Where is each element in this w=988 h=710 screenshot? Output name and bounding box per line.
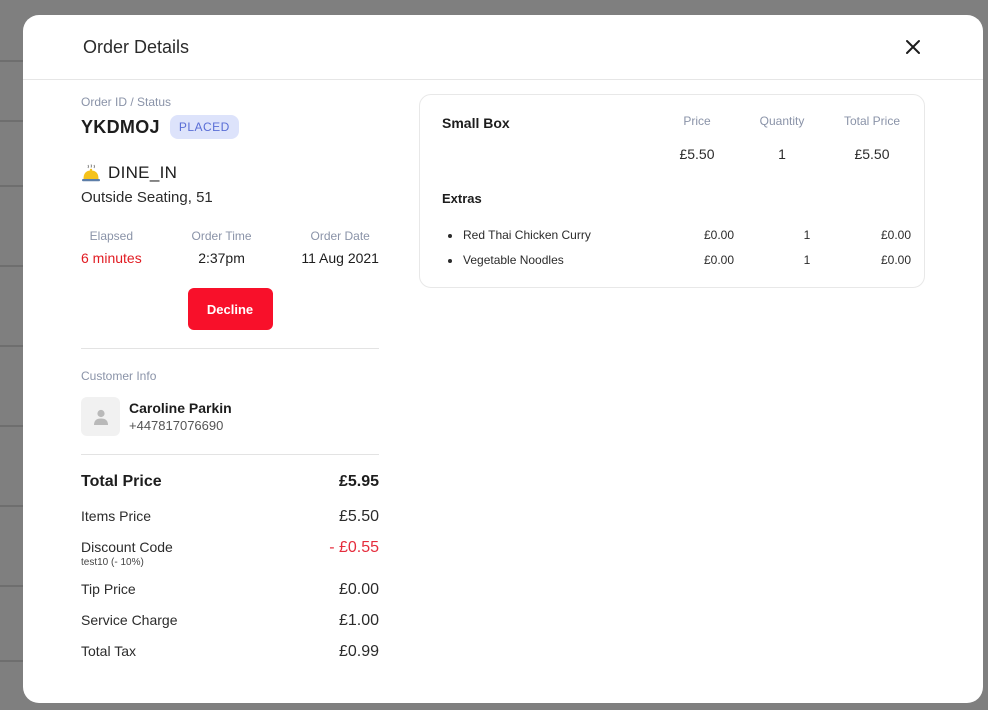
extra-name: Red Thai Chicken Curry <box>463 228 591 242</box>
elapsed-label: Elapsed <box>89 229 134 243</box>
extra-price: £0.00 <box>703 253 735 267</box>
extras-title: Extras <box>442 191 482 206</box>
discount-value: - £0.55 <box>329 539 379 556</box>
total-price-label: Total Price <box>81 473 162 490</box>
close-icon <box>906 40 920 54</box>
total-tax-value: £0.99 <box>338 643 379 660</box>
item-name: Small Box <box>442 115 510 131</box>
order-time-label: Order Time <box>191 229 252 243</box>
bullet <box>448 259 452 263</box>
tip-row: Tip Price £0.00 <box>81 581 379 599</box>
items-price-label: Items Price <box>81 508 152 524</box>
discount-row: Discount Code test10 (- 10%) - £0.55 <box>81 539 379 568</box>
table-location: Outside Seating, 51 <box>81 189 213 206</box>
order-summary-panel: Order ID / Status YKDMOJ PLACED DINE_IN … <box>81 95 379 661</box>
order-id: YKDMOJ <box>81 116 160 137</box>
service-charge-value: £1.00 <box>338 612 379 629</box>
user-icon <box>93 409 108 425</box>
avatar <box>81 397 120 436</box>
discount-label: Discount Code <box>81 539 173 555</box>
items-price-row: Items Price £5.50 <box>81 508 379 526</box>
order-type: DINE_IN <box>108 163 178 182</box>
item-total: £5.50 <box>854 146 890 162</box>
price-header: Price <box>683 114 711 128</box>
total-price-header: Total Price <box>843 114 901 128</box>
modal-title: Order Details <box>83 37 190 57</box>
order-date-value: 11 Aug 2021 <box>301 250 379 266</box>
list-item: Red Thai Chicken Curry £0.00 1 £0.00 <box>442 228 912 246</box>
order-id-label: Order ID / Status <box>81 95 172 109</box>
item-price: £5.50 <box>679 146 715 162</box>
extra-price: £0.00 <box>703 228 735 242</box>
extra-total: £0.00 <box>880 228 912 242</box>
cloche-icon <box>82 164 100 182</box>
extra-quantity: 1 <box>803 228 811 242</box>
total-tax-label: Total Tax <box>81 643 136 659</box>
order-details-modal: Order Details Order ID / Status YKDMOJ P… <box>23 15 983 703</box>
item-quantity: 1 <box>778 146 786 162</box>
modal-header: Order Details <box>23 15 983 80</box>
customer-phone: +447817076690 <box>129 418 224 433</box>
status-badge: PLACED <box>169 115 239 139</box>
extra-total: £0.00 <box>880 253 912 267</box>
decline-button[interactable]: Decline <box>187 288 273 330</box>
order-date-label: Order Date <box>310 229 370 243</box>
discount-code: test10 (- 10%) <box>81 557 144 568</box>
order-time-stat: Order Time 2:37pm <box>192 229 252 266</box>
total-price-value: £5.95 <box>338 473 379 490</box>
items-price-value: £5.50 <box>338 508 379 525</box>
extra-name: Vegetable Noodles <box>463 253 564 267</box>
tip-label: Tip Price <box>81 581 136 597</box>
order-date-stat: Order Date 11 Aug 2021 <box>301 229 379 266</box>
tip-value: £0.00 <box>338 581 379 598</box>
extra-quantity: 1 <box>803 253 811 267</box>
quantity-header: Quantity <box>759 114 805 128</box>
close-button[interactable] <box>901 35 925 59</box>
order-items-card: Small Box Price Quantity Total Price £5.… <box>419 94 925 288</box>
divider <box>81 454 379 455</box>
customer-name: Caroline Parkin <box>129 400 232 416</box>
order-time-value: 2:37pm <box>198 250 245 266</box>
bullet <box>448 234 452 238</box>
customer-info-label: Customer Info <box>81 369 157 383</box>
price-breakdown: Total Price £5.95 Items Price £5.50 Disc… <box>81 473 379 661</box>
customer-card: Caroline Parkin +447817076690 <box>81 397 379 436</box>
order-meta: Elapsed 6 minutes Order Time 2:37pm Orde… <box>81 229 379 266</box>
total-tax-row: Total Tax £0.99 <box>81 643 379 661</box>
elapsed-value: 6 minutes <box>81 250 142 266</box>
list-item: Vegetable Noodles £0.00 1 £0.00 <box>442 253 912 271</box>
total-price-row: Total Price £5.95 <box>81 473 379 491</box>
elapsed-stat: Elapsed 6 minutes <box>81 229 142 266</box>
divider <box>81 348 379 349</box>
service-charge-label: Service Charge <box>81 612 178 628</box>
service-charge-row: Service Charge £1.00 <box>81 612 379 630</box>
